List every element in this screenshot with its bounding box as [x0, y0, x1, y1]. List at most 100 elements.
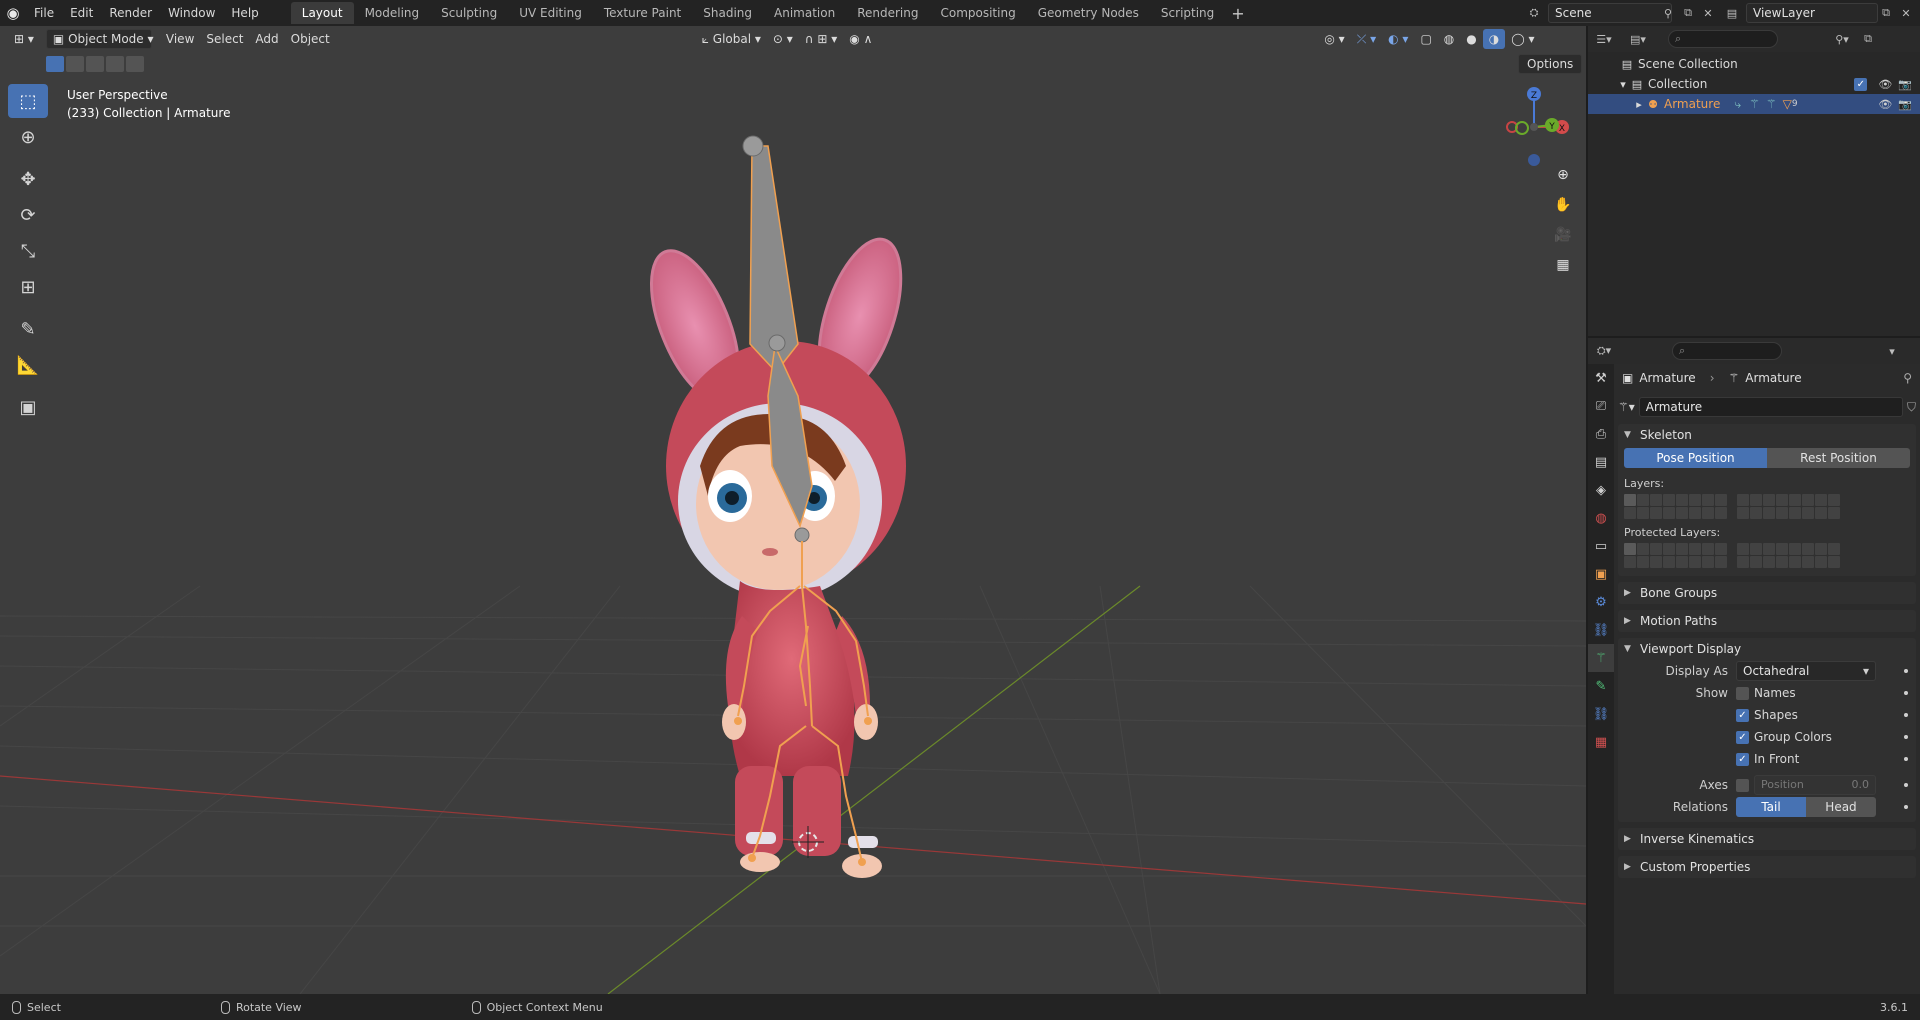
output-tab-icon[interactable]: ⎙ — [1588, 420, 1614, 448]
transform-tool-icon[interactable]: ⊞ — [8, 270, 48, 304]
chevron-down-icon[interactable]: ▾ — [1616, 77, 1630, 91]
chevron-right-icon[interactable]: ▸ — [1632, 97, 1646, 111]
xray-toggle-icon[interactable]: ▢ — [1414, 29, 1437, 49]
fake-user-shield-icon[interactable]: ⛉ — [1907, 400, 1916, 415]
skeleton-panel-header[interactable]: ▼ Skeleton — [1618, 424, 1916, 446]
render-tab-icon[interactable]: ⎚ — [1588, 392, 1614, 420]
3d-viewport[interactable]: ⊞ ▾ ▣ Object Mode ▾ View Select Add Obje… — [0, 26, 1586, 994]
blender-logo-icon[interactable]: ◉ — [0, 0, 26, 26]
cursor-tool-icon[interactable]: ⊕ — [8, 120, 48, 154]
bone-tab-icon[interactable]: ✎ — [1588, 672, 1614, 700]
shading-solid-icon[interactable]: ● — [1460, 29, 1482, 49]
overlays-toggle-icon[interactable]: ◐ ▾ — [1382, 29, 1414, 49]
keyframe-dot-icon[interactable] — [1904, 783, 1908, 787]
bone-constraint-tab-icon[interactable]: ⛓ — [1588, 700, 1614, 728]
keyframe-dot-icon[interactable] — [1904, 735, 1908, 739]
camera-icon[interactable]: 📷 — [1898, 98, 1912, 111]
select-intersect-icon[interactable] — [126, 56, 144, 72]
scene-tab-icon[interactable]: ◈ — [1588, 476, 1614, 504]
display-as-dropdown[interactable]: Octahedral — [1736, 661, 1876, 681]
delete-scene-icon[interactable]: ✕ — [1698, 3, 1718, 23]
view-layer-icon[interactable]: ▤ — [1722, 3, 1742, 23]
collection-tab-icon[interactable]: ▭ — [1588, 532, 1614, 560]
motion-paths-header[interactable]: ▶ Motion Paths — [1618, 610, 1916, 632]
tab-texture-paint[interactable]: Texture Paint — [593, 2, 692, 24]
new-view-layer-icon[interactable]: ⧉ — [1876, 3, 1896, 23]
tab-scripting[interactable]: Scripting — [1150, 2, 1225, 24]
tab-compositing[interactable]: Compositing — [929, 2, 1026, 24]
head-button[interactable]: Head — [1806, 797, 1876, 817]
protected-block-a[interactable] — [1624, 543, 1727, 568]
layers-block-a[interactable] — [1624, 494, 1727, 519]
bone-groups-header[interactable]: ▶ Bone Groups — [1618, 582, 1916, 604]
inverse-kinematics-header[interactable]: ▶ Inverse Kinematics — [1618, 828, 1916, 850]
rotate-tool-icon[interactable]: ⟳ — [8, 198, 48, 232]
menu-select[interactable]: Select — [200, 29, 249, 49]
shading-wireframe-icon[interactable]: ◍ — [1438, 29, 1460, 49]
object-tab-icon[interactable]: ▣ — [1588, 560, 1614, 588]
tab-shading[interactable]: Shading — [692, 2, 763, 24]
group-colors-checkbox[interactable]: ✓ — [1736, 730, 1749, 744]
custom-properties-header[interactable]: ▶ Custom Properties — [1618, 856, 1916, 878]
menu-object[interactable]: Object — [285, 29, 336, 49]
texture-tab-icon[interactable]: ▦ — [1588, 728, 1614, 756]
outliner-row-armature[interactable]: ▸ ⚉ Armature ⤷ ⚚ ⚚ ▽ 9 👁 📷 — [1588, 94, 1920, 114]
protected-block-b[interactable] — [1737, 543, 1840, 568]
add-cube-tool-icon[interactable]: ▣ — [8, 390, 48, 424]
exclude-checkbox[interactable]: ✓ — [1854, 77, 1868, 91]
bone-icon[interactable]: ⚚ — [1766, 97, 1777, 111]
tab-uv-editing[interactable]: UV Editing — [508, 2, 593, 24]
menu-help[interactable]: Help — [223, 0, 266, 26]
camera-view-icon[interactable]: 🎥 — [1550, 222, 1576, 248]
layers-block-b[interactable] — [1737, 494, 1840, 519]
world-tab-icon[interactable]: ◍ — [1588, 504, 1614, 532]
delete-view-layer-icon[interactable]: ✕ — [1896, 3, 1916, 23]
scale-tool-icon[interactable]: ⤡ — [8, 234, 48, 268]
armature-data-tab-icon[interactable]: ⚚ — [1588, 644, 1614, 672]
outliner-row-collection[interactable]: ▾ ▤ Collection ✓ 👁 📷 — [1588, 74, 1920, 94]
proportional-editing-icon[interactable]: ◉ ∧ — [843, 29, 878, 49]
axes-position-field[interactable]: Position 0.0 — [1754, 775, 1876, 795]
snap-icon[interactable]: ∩ ⊞ ▾ — [799, 29, 844, 49]
tab-modeling[interactable]: Modeling — [354, 2, 431, 24]
select-new-icon[interactable] — [46, 56, 64, 72]
new-scene-icon[interactable]: ⧉ — [1678, 3, 1698, 23]
pivot-point-icon[interactable]: ⊙ ▾ — [767, 29, 799, 49]
scene-field[interactable]: Scene — [1548, 3, 1672, 23]
shading-rendered-icon[interactable]: ◯ ▾ — [1505, 29, 1540, 49]
menu-window[interactable]: Window — [160, 0, 223, 26]
camera-icon[interactable]: 📷 — [1898, 78, 1912, 91]
properties-search-input[interactable]: ⌕ — [1672, 342, 1782, 360]
rest-position-button[interactable]: Rest Position — [1767, 448, 1910, 468]
add-workspace-button[interactable]: + — [1225, 4, 1250, 23]
annotate-tool-icon[interactable]: ✎ — [8, 312, 48, 346]
outliner-search-input[interactable]: ⌕ — [1668, 30, 1778, 48]
select-box-tool-icon[interactable]: ⬚ — [8, 84, 48, 118]
view-layer-field[interactable]: ViewLayer — [1746, 3, 1878, 23]
tool-tab-icon[interactable]: ⚒ — [1588, 364, 1614, 392]
outliner-row-scene-collection[interactable]: ▤ Scene Collection — [1588, 54, 1920, 74]
keyframe-dot-icon[interactable] — [1904, 805, 1908, 809]
armature-data-browse-icon[interactable]: ⚚▾ — [1618, 400, 1635, 414]
filter-icon[interactable]: ⚲▾ — [1832, 29, 1852, 49]
select-invert-icon[interactable] — [106, 56, 124, 72]
tab-animation[interactable]: Animation — [763, 2, 846, 24]
keyframe-dot-icon[interactable] — [1904, 691, 1908, 695]
shapes-checkbox[interactable]: ✓ — [1736, 708, 1749, 722]
eye-icon[interactable]: 👁 — [1878, 98, 1892, 111]
gizmo-toggle-icon[interactable]: ⤫ ▾ — [1351, 29, 1382, 49]
eye-icon[interactable]: 👁 — [1878, 78, 1892, 91]
new-collection-icon[interactable]: ⧉ — [1858, 29, 1878, 49]
mode-selector[interactable]: ▣ Object Mode ▾ — [45, 29, 154, 49]
pin-icon[interactable]: ⚲ — [1903, 371, 1912, 385]
in-front-checkbox[interactable]: ✓ — [1736, 752, 1749, 766]
editor-type-icon[interactable]: ⊞ ▾ — [8, 29, 40, 49]
names-checkbox[interactable] — [1736, 686, 1749, 700]
menu-render[interactable]: Render — [101, 0, 160, 26]
properties-editor-type-icon[interactable]: ⛭▾ — [1594, 341, 1614, 361]
view-layer-tab-icon[interactable]: ▤ — [1588, 448, 1614, 476]
pose-position-button[interactable]: Pose Position — [1624, 448, 1767, 468]
viewport-display-header[interactable]: ▼ Viewport Display — [1618, 638, 1916, 660]
visibility-icon[interactable]: ◎ ▾ — [1318, 29, 1350, 49]
menu-view[interactable]: View — [160, 29, 200, 49]
